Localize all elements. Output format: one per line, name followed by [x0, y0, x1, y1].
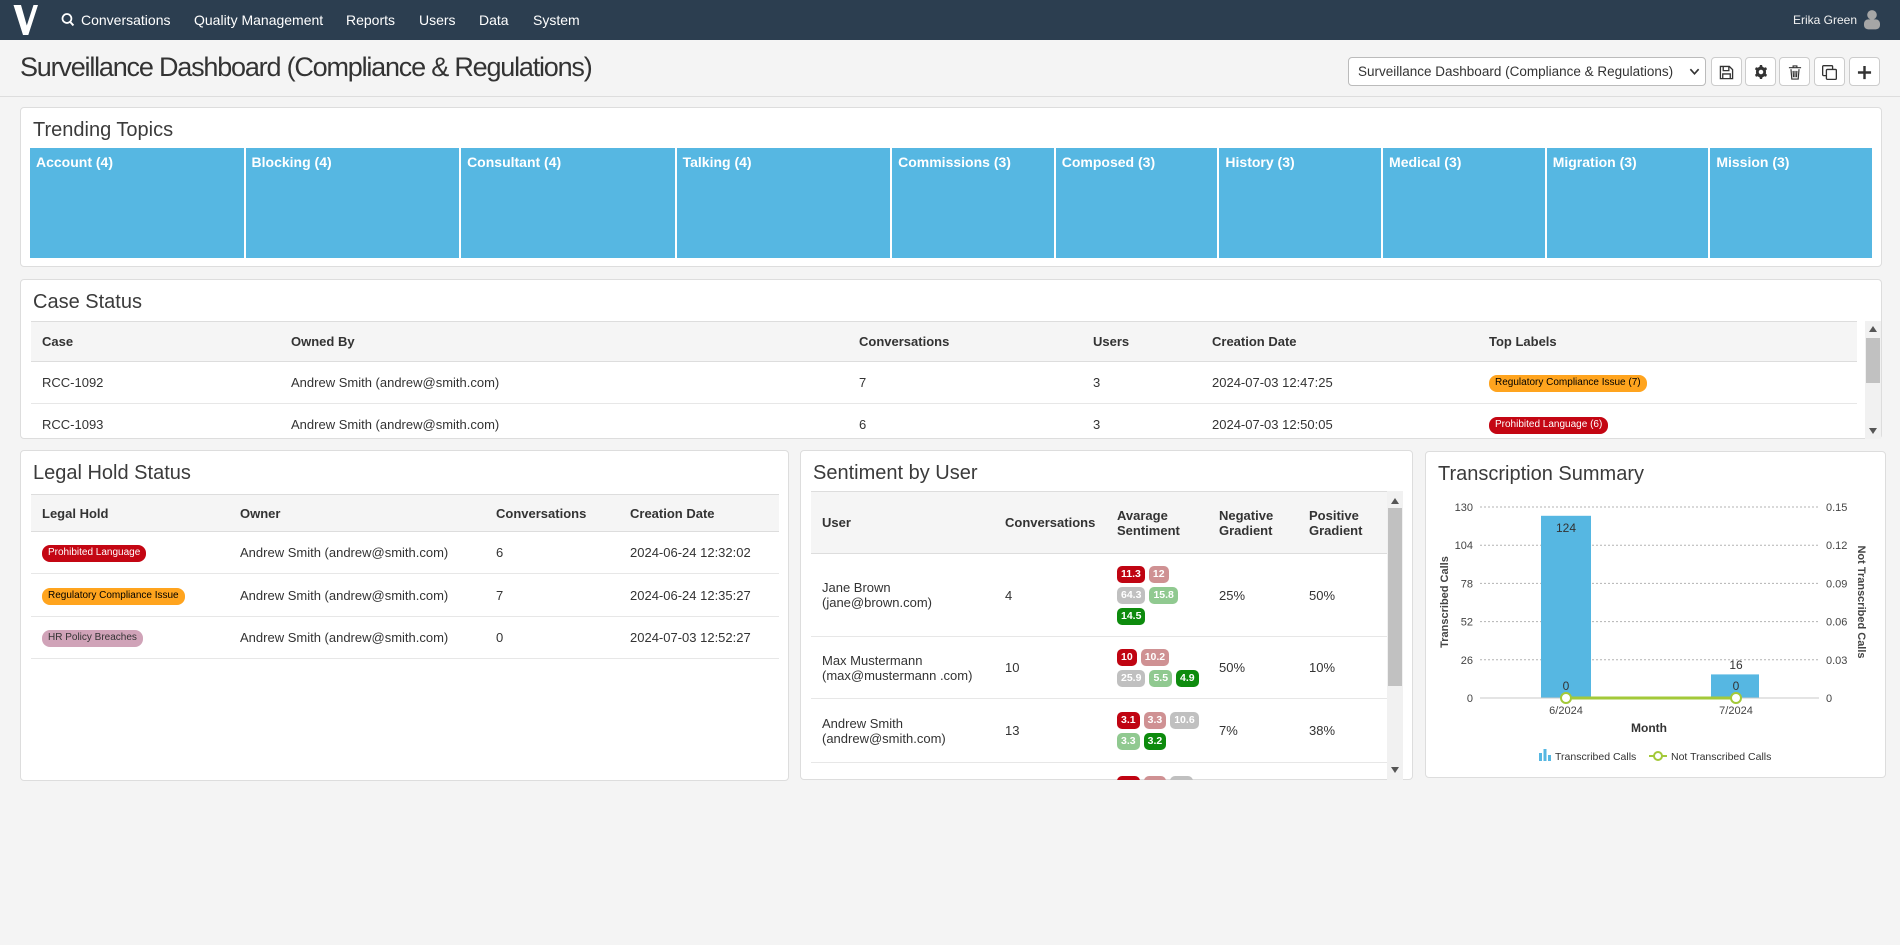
svg-text:Transcribed Calls: Transcribed Calls	[1439, 556, 1451, 648]
svg-text:Not Transcribed Calls: Not Transcribed Calls	[1671, 751, 1771, 763]
svg-text:0.12: 0.12	[1826, 540, 1847, 552]
svg-text:0.15: 0.15	[1826, 502, 1847, 514]
svg-text:124: 124	[1556, 521, 1576, 535]
svg-text:0: 0	[1733, 679, 1740, 693]
svg-text:104: 104	[1455, 540, 1473, 552]
svg-text:130: 130	[1455, 502, 1473, 514]
svg-text:Not Transcribed Calls: Not Transcribed Calls	[1855, 545, 1867, 658]
svg-text:0.06: 0.06	[1826, 617, 1847, 629]
svg-text:Transcribed Calls: Transcribed Calls	[1555, 751, 1636, 763]
svg-text:16: 16	[1729, 658, 1743, 672]
svg-text:0: 0	[1467, 693, 1473, 705]
svg-text:0.03: 0.03	[1826, 655, 1847, 667]
svg-text:0: 0	[1563, 679, 1570, 693]
svg-text:0: 0	[1826, 693, 1832, 705]
svg-text:6/2024: 6/2024	[1549, 705, 1583, 717]
svg-text:78: 78	[1461, 578, 1473, 590]
svg-text:52: 52	[1461, 617, 1473, 629]
svg-text:26: 26	[1461, 655, 1473, 667]
svg-text:Month: Month	[1631, 721, 1667, 735]
svg-text:0.09: 0.09	[1826, 578, 1847, 590]
svg-text:7/2024: 7/2024	[1719, 705, 1753, 717]
